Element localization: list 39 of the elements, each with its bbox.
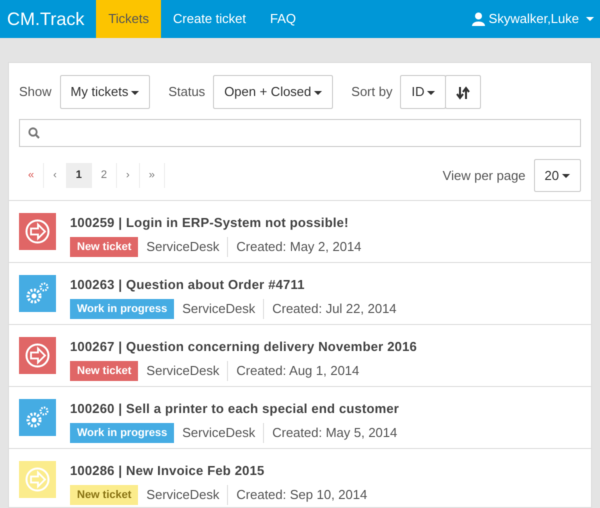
status-label: New ticket [70,236,138,257]
filter-label: Show [19,83,52,101]
search-icon [28,126,40,138]
team-name: ServiceDesk [182,300,256,318]
page-link[interactable]: 2 [92,163,118,188]
filter-label: Status [168,83,206,101]
sort-label: Sort by [351,83,392,101]
team-name: ServiceDesk [146,362,220,380]
created-date: Created: Sep 10, 2014 [236,486,368,504]
created-date: Created: Jul 22, 2014 [272,300,397,318]
filter-dropdown[interactable]: Open + Closed [213,75,334,108]
ticket-title[interactable]: 100259 | Login in ERP-System not possible! [70,213,362,232]
page-link[interactable]: » [140,163,165,188]
status-label: New ticket [70,484,138,505]
page-link[interactable]: 1 [66,163,92,188]
ticket-title[interactable]: 100286 | New Invoice Feb 2015 [70,461,368,480]
team-name: ServiceDesk [146,486,220,504]
user-icon [472,12,485,26]
nav-tab[interactable]: Tickets [96,0,162,38]
status-label: Work in progress [70,422,174,443]
per-page-dropdown[interactable]: 20 [534,158,581,192]
sort-order-button[interactable] [445,75,482,108]
search-field[interactable] [19,118,581,146]
status-label: Work in progress [70,298,174,319]
created-date: Created: May 2, 2014 [236,238,362,256]
created-date: Created: May 5, 2014 [272,424,398,442]
team-name: ServiceDesk [182,424,256,442]
page-link[interactable]: › [117,163,140,188]
sort-order-icon [456,86,470,100]
filter-dropdown[interactable]: My tickets [60,75,150,108]
page-link[interactable]: « [19,163,44,188]
ticket-title[interactable]: 100267 | Question concerning delivery November 2016 [70,337,417,356]
status-label: New ticket [70,360,138,381]
ticket-title[interactable]: 100263 | Question about Order #4711 [70,275,397,294]
ticket-title[interactable]: 100260 | Sell a printer to each special end customer [70,399,400,418]
sort-dropdown[interactable]: ID [400,75,446,108]
per-page-label: View per page [442,166,526,185]
team-name: ServiceDesk [146,238,220,256]
created-date: Created: Aug 1, 2014 [236,362,360,380]
